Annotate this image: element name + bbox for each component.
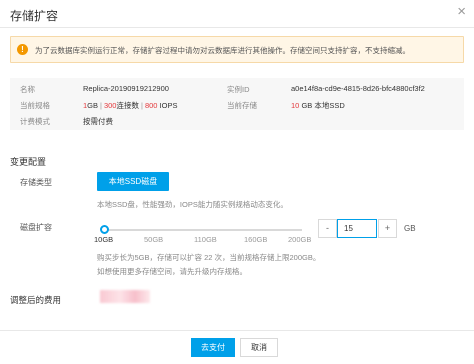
fee-label: 调整后的费用: [10, 295, 62, 305]
expansion-hint-line2: 如想使用更多存储空间，请先升级内存规格。: [97, 267, 247, 276]
warning-notice: ! 为了云数据库实例运行正常，存储扩容过程中请勿对云数据库进行其他操作。存储空间…: [10, 36, 464, 63]
spec-iops-number: 800: [144, 101, 158, 110]
storage-number: 10: [291, 101, 300, 110]
stepper-minus-button[interactable]: -: [318, 219, 337, 238]
warning-text: 为了云数据库实例运行正常，存储扩容过程中请勿对云数据库进行其他操作。存储空间只支…: [35, 46, 410, 55]
fee-value-redacted: [100, 290, 150, 303]
storage-type: 本地SSD: [314, 101, 345, 110]
slider-tick-110gb: 110GB: [194, 235, 217, 244]
disk-expansion-label: 磁盘扩容: [20, 223, 52, 232]
expansion-hint-line1: 购买步长为5GB，存储可以扩容 22 次，当前规格存储上限200GB。: [97, 253, 321, 262]
local-ssd-button[interactable]: 本地SSD磁盘: [97, 172, 169, 191]
spec-value: 1GB | 300连接数 | 800 IOPS: [83, 100, 177, 111]
slider-tick-200gb: 200GB: [288, 235, 312, 244]
storage-type-label: 存储类型: [20, 178, 52, 187]
instance-info-panel: 名称 Replica-20190919212900 实例ID a0e14f8a-…: [10, 78, 464, 130]
disk-slider-handle[interactable]: [100, 225, 109, 234]
spec-separator: |: [140, 101, 143, 110]
spec-connections-unit: 连接数: [116, 101, 139, 110]
spec-connections-number: 300: [103, 101, 117, 110]
dialog-header: 存储扩容 ×: [0, 0, 474, 28]
spec-iops-unit: IOPS: [159, 101, 178, 110]
name-label: 名称: [20, 85, 35, 94]
instance-id-label: 实例ID: [227, 85, 250, 94]
spec-label: 当前规格: [20, 101, 50, 110]
pay-button[interactable]: 去支付: [191, 338, 235, 357]
close-icon[interactable]: ×: [457, 4, 466, 19]
slider-tick-50gb: 50GB: [144, 235, 164, 244]
instance-id-value: a0e14f8a-cd9e-4815-8d26-bfc4880cf3f2: [291, 84, 425, 93]
name-value: Replica-20190919212900: [83, 84, 169, 93]
disk-slider-track[interactable]: [104, 229, 302, 231]
disk-size-input[interactable]: [337, 219, 377, 238]
billing-value: 按需付费: [83, 117, 113, 126]
cancel-button[interactable]: 取消: [240, 338, 278, 357]
slider-tick-10gb: 10GB: [94, 235, 114, 244]
storage-label: 当前存储: [227, 101, 257, 110]
dialog-title: 存储扩容: [10, 9, 59, 23]
spec-separator: |: [100, 101, 102, 110]
change-config-title: 变更配置: [10, 157, 47, 167]
spec-memory-unit: GB: [87, 101, 99, 110]
storage-type-description: 本地SSD盘，性能强劲，IOPS能力随实例规格动态变化。: [97, 200, 288, 209]
storage-unit: GB: [301, 101, 313, 110]
stepper-plus-button[interactable]: +: [378, 219, 397, 238]
dialog-footer: [0, 330, 474, 364]
billing-label: 计费模式: [20, 117, 50, 126]
disk-size-unit: GB: [404, 224, 416, 233]
storage-value: 10 GB 本地SSD: [291, 100, 345, 111]
warning-icon: !: [17, 44, 28, 55]
storage-expansion-dialog: 存储扩容 × ! 为了云数据库实例运行正常，存储扩容过程中请勿对云数据库进行其他…: [0, 0, 474, 364]
slider-tick-160gb: 160GB: [244, 235, 268, 244]
